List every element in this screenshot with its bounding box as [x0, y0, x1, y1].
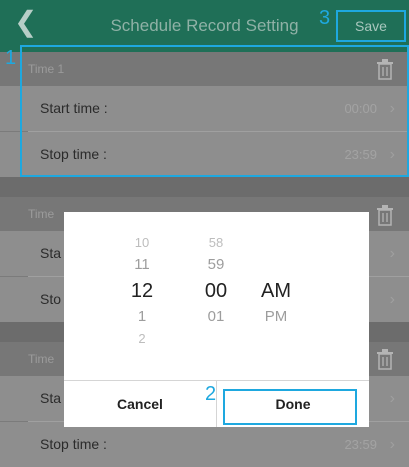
trash-icon[interactable]	[375, 204, 395, 226]
annotation-1: 1	[5, 47, 17, 69]
annotation-box-2	[223, 389, 357, 425]
stop-time-label: Sto	[40, 291, 62, 307]
minute-option: 01	[207, 308, 225, 325]
hour-option: 10	[134, 235, 150, 250]
section-gap	[0, 177, 409, 197]
start-time-label: Sta	[40, 245, 62, 261]
ampm-option: PM	[264, 308, 288, 325]
hour-wheel[interactable]: 10 11 12 1 2	[112, 232, 172, 350]
hour-selected: 12	[130, 280, 154, 302]
annotation-2: 2	[205, 383, 217, 405]
stop-time-row[interactable]: Stop time : 23:59 ›	[0, 422, 409, 467]
hour-option: 1	[137, 308, 147, 325]
time-2-label: Time	[28, 207, 55, 221]
ampm-selected: AM	[261, 280, 291, 302]
trash-icon[interactable]	[375, 348, 395, 370]
annotation-box-3	[336, 10, 406, 42]
stop-time-label: Stop time :	[40, 436, 107, 452]
chevron-right-icon: ›	[389, 436, 395, 453]
minute-wheel[interactable]: 58 59 00 01	[186, 232, 246, 350]
minute-option: 59	[207, 256, 225, 273]
chevron-right-icon: ›	[389, 390, 395, 407]
chevron-right-icon: ›	[389, 291, 395, 308]
minute-selected: 00	[204, 280, 228, 302]
annotation-box-1	[20, 45, 409, 177]
stop-time-value: 23:59	[344, 437, 377, 452]
chevron-right-icon: ›	[389, 245, 395, 262]
time-3-label: Time	[28, 352, 55, 366]
annotation-3: 3	[319, 7, 331, 29]
start-time-label: Sta	[40, 390, 62, 406]
hour-option: 11	[134, 256, 150, 273]
hour-option: 2	[138, 331, 146, 346]
cancel-button[interactable]: Cancel	[64, 381, 216, 427]
ampm-wheel[interactable]: AM PM	[246, 276, 306, 328]
minute-option: 58	[208, 235, 224, 250]
